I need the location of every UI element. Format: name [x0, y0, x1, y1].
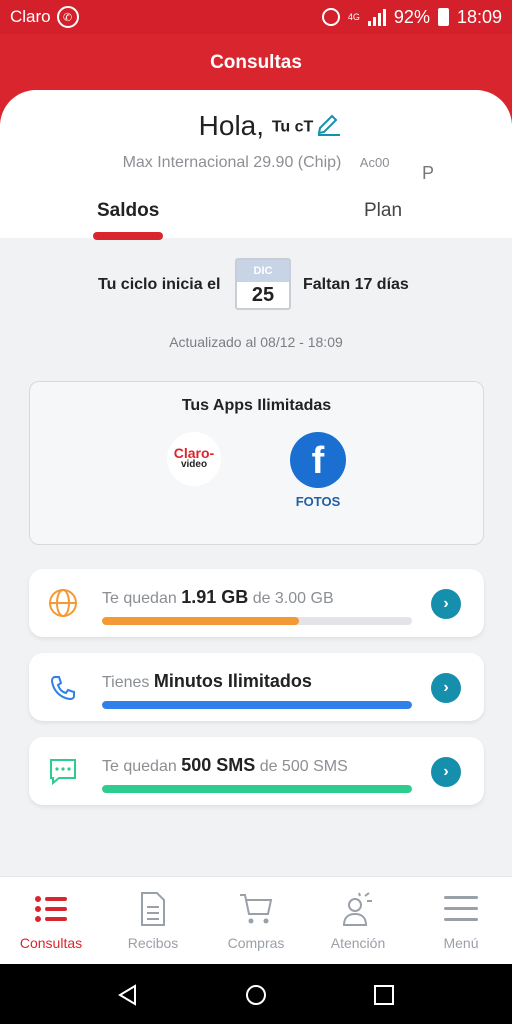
globe-icon [49, 589, 77, 617]
recents-icon[interactable] [373, 984, 395, 1006]
claro-video-line1: Claro- [173, 445, 215, 461]
unlimited-apps-box: Tus Apps Ilimitadas Claro- video f FOTOS [29, 381, 484, 545]
data-suffix: de 3.00 GB [252, 590, 334, 607]
nav-compras[interactable]: Compras [205, 889, 307, 951]
greeting: Hola, Tu cT [0, 110, 512, 142]
claro-video-line2: video [180, 459, 208, 470]
tabs: Saldos Plan [0, 196, 512, 236]
apps-title: Tus Apps Ilimitadas [181, 397, 332, 414]
greeting-text: Hola, [198, 110, 265, 141]
chevron-right-icon[interactable]: › [431, 589, 461, 619]
signal-icon [367, 8, 386, 26]
hamburger-icon [410, 889, 512, 929]
agent-icon [307, 889, 409, 929]
plan-text: Max Internacional 29.90 (Chip) [122, 154, 342, 171]
sms-balance-card[interactable]: Te quedan 500 SMS de 500 SMS › [29, 737, 484, 805]
nav-label: Consultas [19, 935, 83, 951]
last-updated: Actualizado al 08/12 - 18:09 [169, 334, 343, 350]
calendar-day: 25 [251, 284, 275, 306]
tab-plan[interactable]: Plan [364, 200, 402, 222]
nav-label: Atención [330, 935, 386, 951]
calendar-icon: DIC 25 [235, 258, 291, 310]
edit-pencil-icon[interactable] [314, 108, 342, 136]
minutes-value: Minutos Ilimitados [153, 671, 312, 691]
cart-icon [205, 889, 307, 929]
data-value: 1.91 GB [181, 587, 249, 607]
nav-consultas[interactable]: Consultas [0, 889, 102, 951]
days-remaining: Faltan 17 días [303, 276, 409, 293]
phone-icon [50, 676, 75, 701]
sms-balance-text: Te quedan 500 SMS de 500 SMS [102, 755, 348, 776]
chevron-right-icon[interactable]: › [431, 673, 461, 703]
whatsapp-icon: ✆ [56, 6, 79, 28]
home-icon[interactable] [245, 984, 267, 1006]
minutes-balance-text: Tienes Minutos Ilimitados [102, 671, 312, 692]
sms-progress-track [102, 785, 412, 793]
nav-label: Recibos [127, 935, 179, 951]
list-icon [0, 889, 102, 929]
nav-label: Compras [227, 935, 285, 951]
nav-menu[interactable]: Menú [410, 889, 512, 951]
chat-icon [50, 759, 76, 786]
claro-video-logo[interactable]: Claro- video [167, 432, 221, 486]
plan-name: Max Internacional 29.90 (Chip) Ac00 [0, 154, 512, 172]
user-name: Tu cT [271, 118, 314, 136]
bottom-navigation: Consultas Recibos Compras Atención Menú [0, 876, 512, 964]
back-icon[interactable] [117, 984, 139, 1006]
sms-progress-fill [102, 785, 412, 793]
data-prefix: Te quedan [102, 590, 177, 607]
cycle-start-label: Tu ciclo inicia el [98, 276, 221, 293]
data-balance-text: Te quedan 1.91 GB de 3.00 GB [102, 587, 334, 608]
minutes-balance-card[interactable]: Tienes Minutos Ilimitados › [29, 653, 484, 721]
page-title: Consultas [210, 52, 302, 73]
nav-atencion[interactable]: Atención [307, 889, 409, 951]
chevron-right-icon[interactable]: › [431, 757, 461, 787]
data-progress-fill [102, 617, 300, 625]
clock: 18:09 [456, 6, 502, 27]
plan-extra: P [422, 163, 435, 183]
sms-suffix: de 500 SMS [259, 758, 348, 775]
network-type: 4G [347, 12, 360, 22]
facebook-label: FOTOS [295, 494, 341, 509]
status-right: 4G 92% 18:09 [321, 6, 502, 28]
active-tab-indicator [93, 232, 163, 240]
battery-icon [437, 8, 449, 26]
battery-percent: 92% [393, 6, 430, 27]
nav-recibos[interactable]: Recibos [102, 889, 204, 951]
calendar-month: DIC [237, 260, 289, 282]
tab-saldos[interactable]: Saldos [97, 200, 159, 222]
android-nav-bar [0, 964, 512, 1024]
data-balance-card[interactable]: Te quedan 1.91 GB de 3.00 GB › [29, 569, 484, 637]
nav-label: Menú [443, 935, 479, 951]
minutes-progress-track [102, 701, 412, 709]
receipt-icon [102, 889, 204, 929]
sms-prefix: Te quedan [102, 758, 177, 775]
billing-cycle: Tu ciclo inicia el DIC 25 Faltan 17 días [0, 258, 512, 314]
alarm-icon [321, 8, 340, 26]
data-progress-track [102, 617, 412, 625]
minutes-progress-fill [102, 701, 412, 709]
carrier: Claro ✆ [10, 6, 79, 28]
status-bar: Claro ✆ 4G 92% 18:09 [0, 0, 512, 34]
facebook-icon[interactable]: f [290, 432, 346, 488]
sms-value: 500 SMS [181, 755, 256, 775]
minutes-prefix: Tienes [102, 674, 150, 691]
plan-suffix: Ac00 [359, 155, 390, 170]
carrier-name: Claro [10, 7, 51, 26]
